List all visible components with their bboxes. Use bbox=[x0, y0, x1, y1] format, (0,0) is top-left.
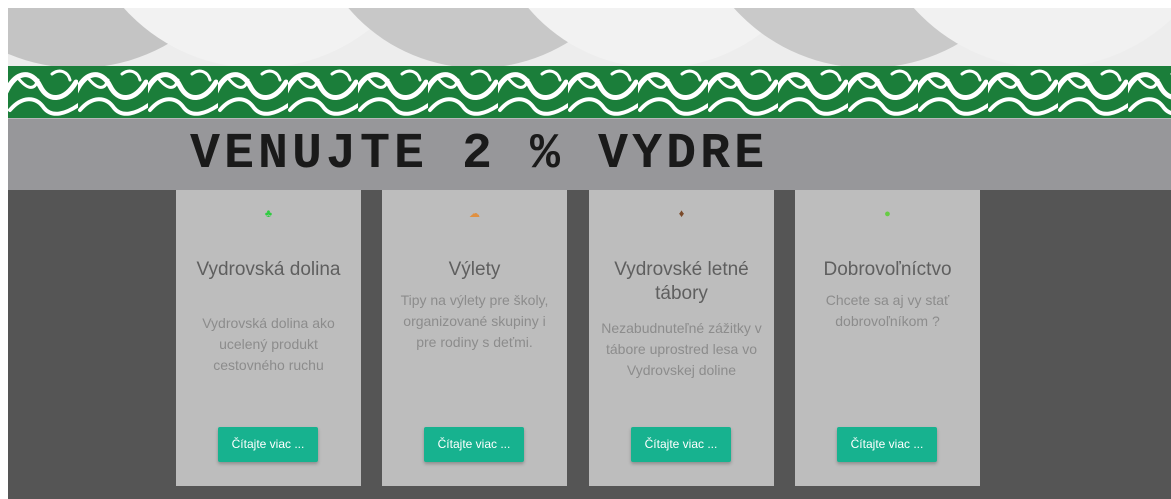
pattern-icon bbox=[8, 66, 1171, 118]
card-letne-tabory: ♦ Vydrovské letné tábory Nezabudnuteľné … bbox=[589, 190, 774, 486]
card-dobrovolnictvo: ● Dobrovoľníctvo Chcete sa aj vy stať do… bbox=[795, 190, 980, 486]
hero-background bbox=[8, 8, 1171, 66]
read-more-button[interactable]: Čítajte viac ... bbox=[424, 427, 524, 462]
title-banner: VENUJTE 2 % VYDRE bbox=[8, 118, 1171, 191]
content-area: VENUJTE 2 % VYDRE ♣ Vydrovská dolina Vyd… bbox=[8, 8, 1171, 499]
read-more-button[interactable]: Čítajte viac ... bbox=[218, 427, 318, 462]
card-text: Chcete sa aj vy stať dobrovoľníkom ? bbox=[825, 292, 950, 329]
card-text: Tipy na výlety pre školy, organizované s… bbox=[400, 292, 549, 350]
page: VENUJTE 2 % VYDRE ♣ Vydrovská dolina Vyd… bbox=[0, 0, 1171, 499]
card-vydrovska-dolina: ♣ Vydrovská dolina Vydrovská dolina ako … bbox=[176, 190, 361, 486]
tree-icon: ♣ bbox=[264, 208, 273, 220]
decorative-pattern-band bbox=[8, 66, 1171, 118]
card-vylety: ☁ Výlety Tipy na výlety pre školy, organ… bbox=[382, 190, 567, 486]
hero-decoration bbox=[8, 8, 1171, 66]
read-more-button[interactable]: Čítajte viac ... bbox=[631, 427, 731, 462]
card-title: Dobrovoľníctvo bbox=[823, 259, 952, 280]
shoes-icon: ☁ bbox=[469, 208, 480, 220]
card-title: Vydrovská dolina bbox=[196, 259, 341, 280]
read-more-button[interactable]: Čítajte viac ... bbox=[837, 427, 937, 462]
card-text: Nezabudnuteľné zážitky v tábore uprostre… bbox=[601, 320, 762, 378]
banner-title: VENUJTE 2 % VYDRE bbox=[190, 126, 769, 183]
card-title: Výlety bbox=[448, 259, 501, 280]
card-text: Vydrovská dolina ako ucelený produkt ces… bbox=[202, 315, 335, 373]
card-title: Vydrovské letné tábory bbox=[614, 259, 749, 304]
campfire-icon: ♦ bbox=[678, 208, 685, 220]
circle-icon: ● bbox=[884, 208, 891, 220]
